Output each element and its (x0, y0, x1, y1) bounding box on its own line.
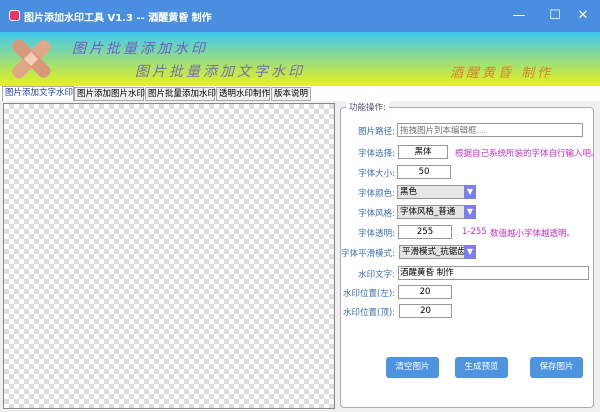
panel-title: 功能操作: (346, 101, 389, 113)
tab-transparent-watermark[interactable]: 透明水印制作 (216, 87, 270, 101)
alpha-hint: 数值越小字体越透明。 (490, 229, 576, 239)
size-label: 字体大小: (358, 169, 395, 179)
watermark-text-input[interactable]: 酒醒黄昏 制作 (398, 266, 589, 280)
alpha-label: 字体透明: (358, 229, 395, 239)
banner-line1: 图片批量添加水印 (72, 41, 208, 57)
font-input[interactable]: 黑体 (398, 145, 448, 159)
title-bar: 图片添加水印工具 V1.3 -- 酒醒黄昏 制作 — ☐ ✕ (0, 0, 600, 32)
tab-version-info[interactable]: 版本说明 (271, 87, 311, 101)
font-hint: 根据自己系统所装的字体自行输入吧。 (455, 149, 600, 159)
tab-image-watermark[interactable]: 图片添加图片水印 (74, 87, 145, 101)
image-preview-canvas[interactable] (3, 103, 335, 409)
tab-bar: 图片添加文字水印 图片添加图片水印 图片批量添加水印 透明水印制作 版本说明 (0, 86, 600, 101)
banner-line2: 图片批量添加文字水印 (135, 64, 305, 80)
chevron-down-icon: ▼ (464, 205, 476, 219)
alpha-input[interactable]: 255 (398, 225, 452, 239)
top-label: 水印位置(顶): (343, 308, 395, 318)
style-value: 字体风格_普通 (400, 207, 456, 217)
tab-batch-watermark[interactable]: 图片批量添加水印 (145, 87, 216, 101)
banner-author: 酒醒黄昏 制作 (450, 66, 554, 81)
left-label: 水印位置(左): (343, 289, 395, 299)
path-input[interactable] (397, 123, 583, 137)
app-icon (9, 10, 20, 21)
close-button[interactable]: ✕ (572, 6, 594, 26)
left-position-input[interactable]: 20 (398, 285, 452, 299)
clear-image-button[interactable]: 清空图片 (386, 357, 439, 378)
save-image-button[interactable]: 保存图片 (530, 357, 583, 378)
bandage-icon (12, 39, 51, 79)
top-position-input[interactable]: 20 (399, 304, 452, 318)
color-label: 字体颜色: (358, 189, 395, 199)
size-input[interactable]: 50 (397, 165, 451, 179)
smooth-label: 字体平滑模式: (341, 249, 395, 259)
tab-text-watermark[interactable]: 图片添加文字水印 (2, 86, 74, 101)
font-label: 字体选择: (358, 149, 395, 159)
text-label: 水印文字: (358, 270, 395, 280)
color-value: 黑色 (400, 187, 418, 197)
banner: 图片批量添加水印 图片批量添加文字水印 酒醒黄昏 制作 (0, 32, 600, 86)
style-select[interactable]: 字体风格_普通 ▼ (397, 205, 476, 219)
style-label: 字体风格: (358, 209, 395, 219)
chevron-down-icon: ▼ (464, 185, 476, 199)
maximize-button[interactable]: ☐ (544, 6, 566, 26)
path-label: 图片路径: (358, 127, 395, 137)
chevron-down-icon: ▼ (464, 245, 476, 259)
generate-preview-button[interactable]: 生成预览 (455, 357, 508, 378)
color-select[interactable]: 黑色 ▼ (397, 185, 476, 199)
alpha-range: 1-255 (462, 227, 487, 237)
smooth-select[interactable]: 平滑模式_抗锯齿 ▼ (399, 245, 476, 259)
window-title: 图片添加水印工具 V1.3 -- 酒醒黄昏 制作 (24, 13, 212, 24)
minimize-button[interactable]: — (508, 6, 530, 26)
smooth-value: 平滑模式_抗锯齿 (402, 247, 466, 257)
